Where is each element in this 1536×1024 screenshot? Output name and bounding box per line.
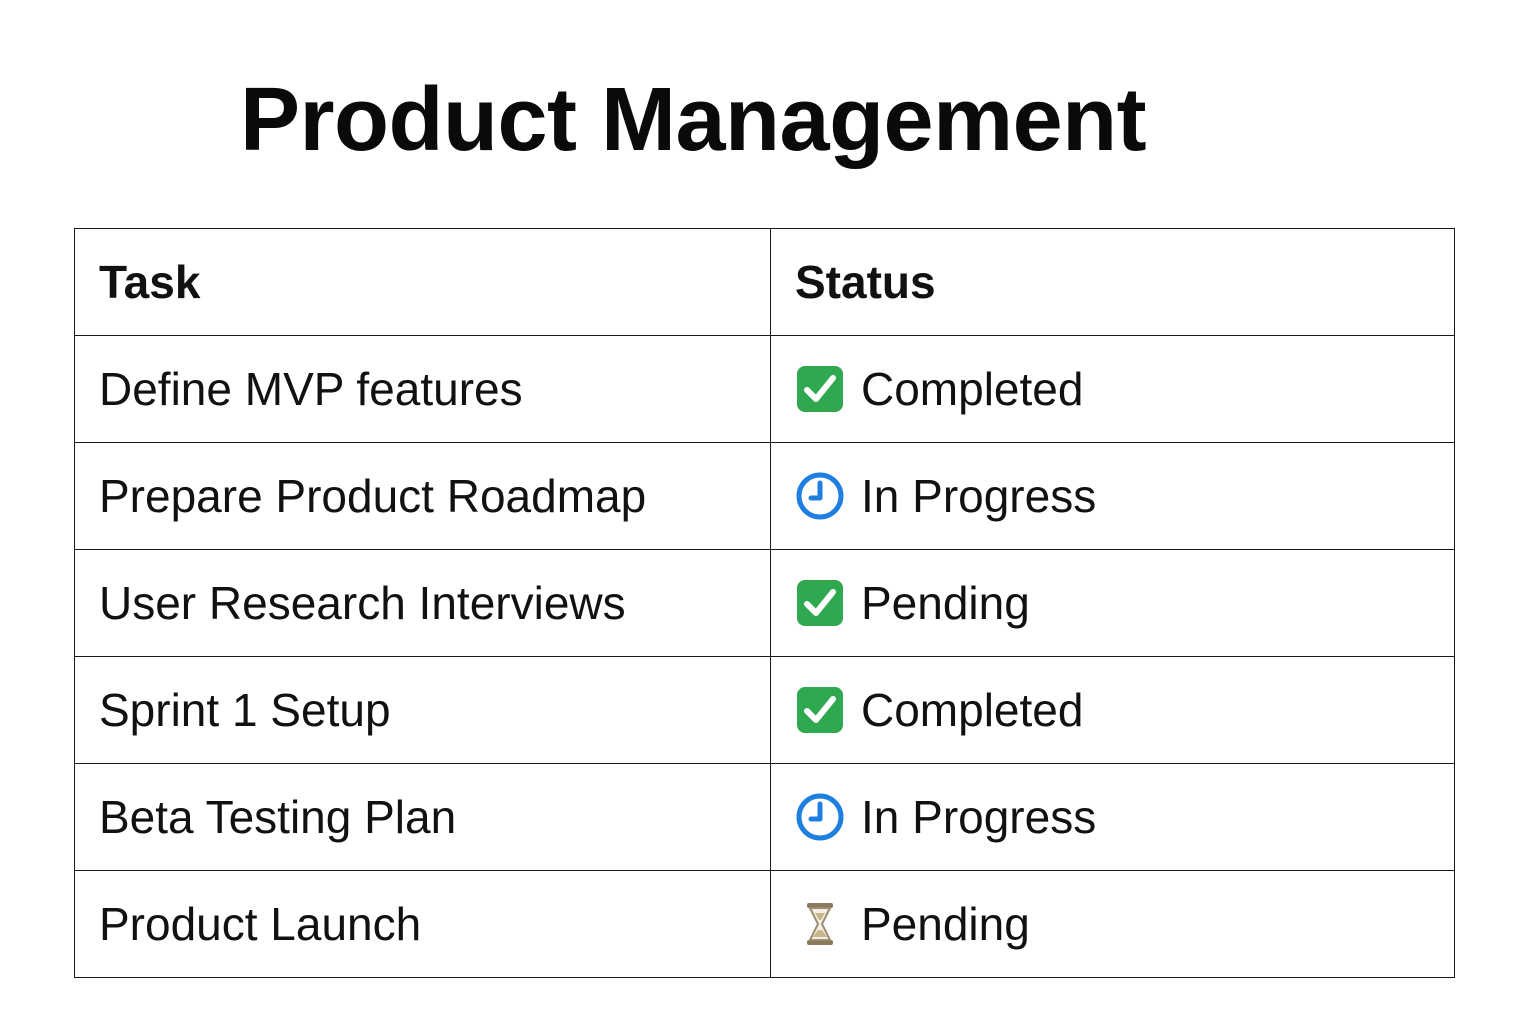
task-cell: Prepare Product Roadmap (74, 442, 771, 550)
status-cell: Completed (770, 656, 1455, 764)
task-table: Task Status Define MVP features Complete… (74, 228, 1455, 978)
check-mark-icon (795, 685, 845, 735)
status-label: Pending (861, 577, 1030, 629)
table-row: User Research Interviews Pending (74, 549, 1455, 657)
table-row: Sprint 1 Setup Completed (74, 656, 1455, 764)
check-mark-icon (795, 578, 845, 628)
status-label: Completed (861, 363, 1084, 415)
table-row: Prepare Product Roadmap In Progress (74, 442, 1455, 550)
status-cell: Pending (770, 549, 1455, 657)
status-cell: In Progress (770, 442, 1455, 550)
table-row: Product Launch Pending (74, 870, 1455, 978)
status-label: Pending (861, 898, 1030, 950)
task-cell: Product Launch (74, 870, 771, 978)
clock-icon (795, 471, 845, 521)
table-row: Define MVP features Completed (74, 335, 1455, 443)
clock-icon (795, 792, 845, 842)
table-row: Beta Testing Plan In Progress (74, 763, 1455, 871)
table-header-row: Task Status (74, 228, 1455, 336)
status-label: Completed (861, 684, 1084, 736)
status-cell: In Progress (770, 763, 1455, 871)
column-header-status: Status (770, 228, 1455, 336)
task-cell: Define MVP features (74, 335, 771, 443)
status-cell: Pending (770, 870, 1455, 978)
check-mark-icon (795, 364, 845, 414)
page-title: Product Management (240, 70, 1147, 170)
task-cell: Sprint 1 Setup (74, 656, 771, 764)
task-cell: User Research Interviews (74, 549, 771, 657)
column-header-task: Task (74, 228, 771, 336)
status-cell: Completed (770, 335, 1455, 443)
status-label: In Progress (861, 791, 1097, 843)
hourglass-icon (795, 899, 845, 949)
status-label: In Progress (861, 470, 1097, 522)
task-cell: Beta Testing Plan (74, 763, 771, 871)
